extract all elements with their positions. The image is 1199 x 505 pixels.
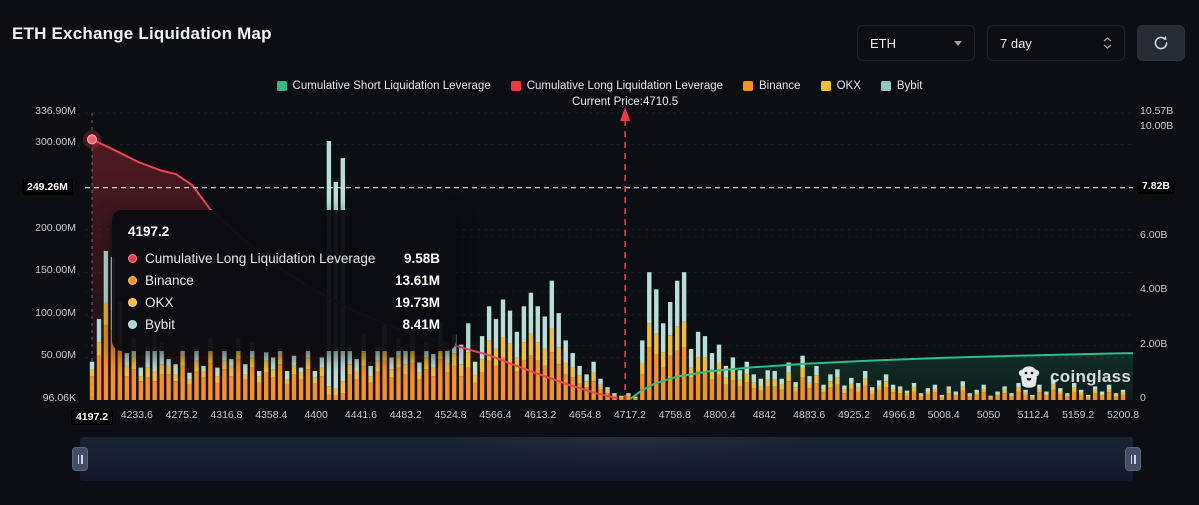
- x-axis-label: 5200.8: [1107, 409, 1139, 421]
- coinglass-watermark: coinglass: [1016, 364, 1131, 390]
- x-axis-label: 4842: [753, 409, 776, 421]
- coinglass-logo-icon: [1016, 364, 1042, 390]
- tooltip-row-label: Binance: [145, 273, 194, 288]
- y-axis-label: 7.82B: [1137, 178, 1175, 194]
- y-axis-label: 2.00B: [1140, 338, 1167, 350]
- x-axis-label: 4358.4: [255, 409, 287, 421]
- x-axis-label: 4966.8: [883, 409, 915, 421]
- chart-tooltip: 4197.2 Cumulative Long Liquidation Lever…: [112, 210, 456, 351]
- tooltip-row-value: 13.61M: [395, 273, 440, 288]
- y-axis-label: 336.90M: [0, 105, 76, 117]
- data-zoom-left-handle[interactable]: [72, 447, 88, 471]
- x-axis-label: 4197.2: [71, 409, 113, 425]
- y-axis-label: 10.57B: [1140, 105, 1173, 117]
- tooltip-row-okx: OKX 19.73M: [128, 295, 440, 310]
- tooltip-title: 4197.2: [128, 224, 440, 239]
- series-dot-icon: [128, 320, 137, 329]
- y-axis-label: 100.00M: [0, 307, 76, 319]
- x-axis-label: 4524.8: [435, 409, 467, 421]
- tooltip-row-value: 8.41M: [402, 317, 440, 332]
- x-axis-label: 4758.8: [659, 409, 691, 421]
- x-axis-label: 4925.2: [838, 409, 870, 421]
- tooltip-row-value: 9.58B: [404, 251, 440, 266]
- liquidation-map-app: ETH Exchange Liquidation Map ETH 7 day C…: [0, 0, 1199, 505]
- tooltip-row-long-leverage: Cumulative Long Liquidation Leverage 9.5…: [128, 251, 440, 266]
- y-axis-label: 150.00M: [0, 264, 76, 276]
- x-axis-label: 5159.2: [1062, 409, 1094, 421]
- x-axis-label: 5112.4: [1018, 409, 1049, 421]
- tooltip-row-value: 19.73M: [395, 295, 440, 310]
- series-dot-icon: [128, 298, 137, 307]
- x-axis-label: 5008.4: [928, 409, 960, 421]
- y-axis-label: 96.06K: [0, 392, 76, 404]
- tooltip-row-label: Bybit: [145, 317, 175, 332]
- y-axis-label: 50.00M: [0, 349, 76, 361]
- x-axis-label: 4613.2: [524, 409, 556, 421]
- x-axis-label: 4441.6: [345, 409, 377, 421]
- x-axis-label: 4400: [304, 409, 327, 421]
- y-axis-label: 300.00M: [0, 136, 76, 148]
- y-axis-label: 249.26M: [22, 179, 73, 195]
- y-axis-label: 200.00M: [0, 222, 76, 234]
- tooltip-row-label: Cumulative Long Liquidation Leverage: [145, 251, 375, 266]
- coinglass-watermark-text: coinglass: [1050, 367, 1131, 387]
- tooltip-row-bybit: Bybit 8.41M: [128, 317, 440, 332]
- series-dot-icon: [128, 276, 137, 285]
- data-zoom-right-handle[interactable]: [1125, 447, 1141, 471]
- x-axis-label: 4483.2: [390, 409, 422, 421]
- series-dot-icon: [128, 254, 137, 263]
- data-zoom-preview: [438, 437, 817, 461]
- y-axis-label: 4.00B: [1140, 283, 1167, 295]
- data-zoom-slider[interactable]: [80, 437, 1133, 481]
- x-axis-label: 4275.2: [166, 409, 198, 421]
- x-axis-label: 4800.4: [704, 409, 736, 421]
- y-axis-label: 0: [1140, 392, 1146, 404]
- tooltip-row-binance: Binance 13.61M: [128, 273, 440, 288]
- x-axis-label: 5050: [977, 409, 1000, 421]
- y-axis-label: 10.00B: [1140, 120, 1173, 132]
- x-axis-label: 4654.8: [569, 409, 601, 421]
- x-axis-label: 4717.2: [614, 409, 646, 421]
- x-axis-label: 4566.4: [479, 409, 511, 421]
- x-axis-label: 4316.8: [210, 409, 242, 421]
- x-axis-label: 4883.6: [793, 409, 825, 421]
- tooltip-row-label: OKX: [145, 295, 174, 310]
- y-axis-label: 6.00B: [1140, 229, 1167, 241]
- x-axis-label: 4233.6: [121, 409, 153, 421]
